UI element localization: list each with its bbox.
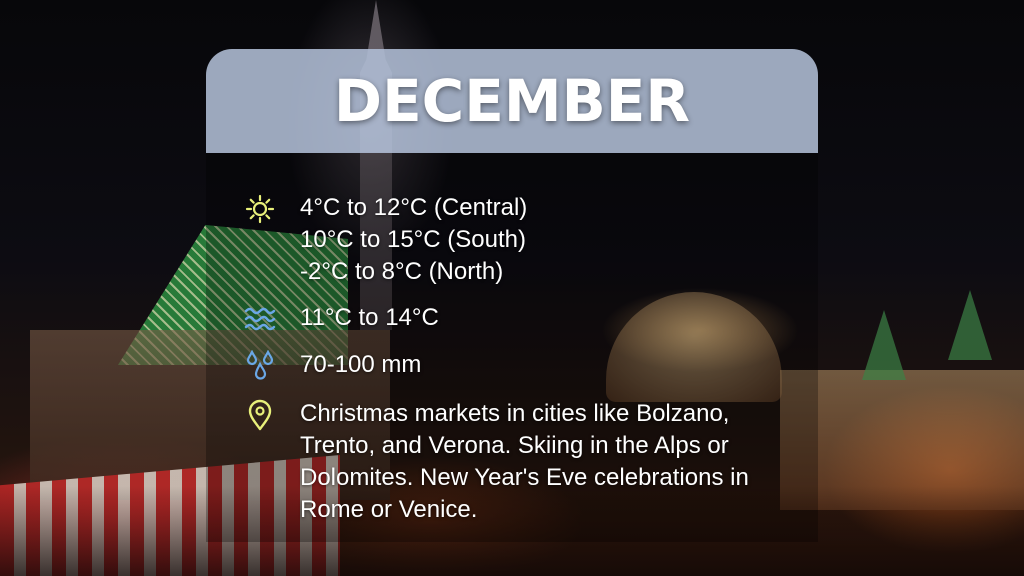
waves-icon xyxy=(244,303,276,335)
highlights-text: Christmas markets in cities like Bolzano… xyxy=(300,400,749,523)
sea-temperature-row: 11°C to 14°C xyxy=(244,302,439,335)
air-temperature-row: 4°C to 12°C (Central) 10°C to 15°C (Sout… xyxy=(244,192,527,285)
raindrops-icon xyxy=(244,350,276,382)
rainfall-text: 70-100 mm xyxy=(300,351,422,378)
christmas-tree xyxy=(862,310,906,380)
rainfall-row: 70-100 mm xyxy=(244,349,421,382)
christmas-tree xyxy=(948,290,992,360)
month-title: DECEMBER xyxy=(333,67,691,135)
highlights-row: Christmas markets in cities like Bolzano… xyxy=(244,398,749,523)
location-pin-icon xyxy=(244,399,276,431)
air-temperature-text: 4°C to 12°C (Central) 10°C to 15°C (Sout… xyxy=(300,194,528,285)
sun-icon xyxy=(244,193,276,225)
title-card: DECEMBER xyxy=(206,49,818,153)
sea-temperature-text: 11°C to 14°C xyxy=(300,304,439,331)
